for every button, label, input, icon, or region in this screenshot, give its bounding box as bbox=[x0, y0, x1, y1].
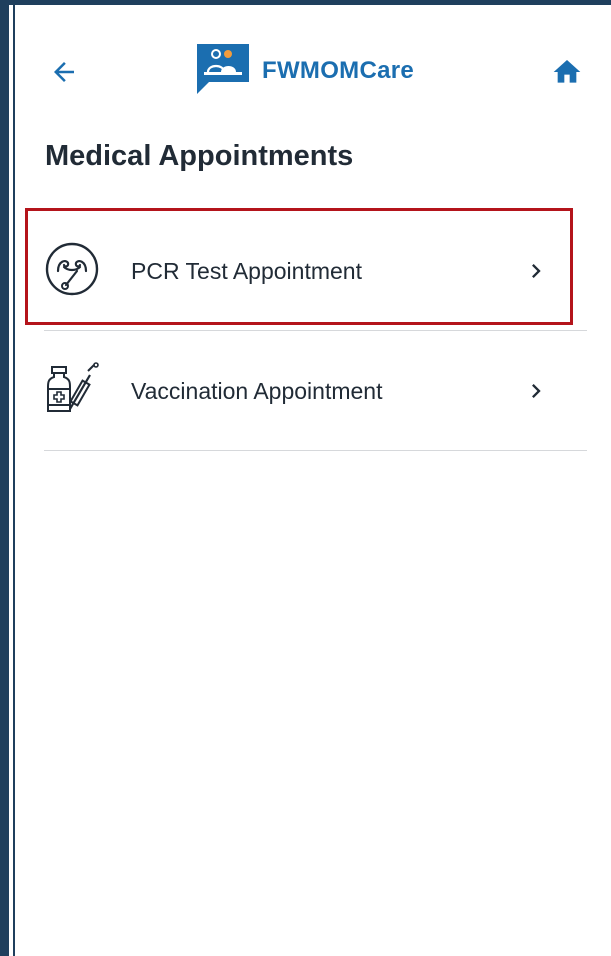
app-brand-title: FWMOMCare bbox=[262, 57, 415, 84]
app-logo-icon bbox=[197, 44, 249, 94]
app-header: FWMOMCare bbox=[0, 0, 611, 120]
back-button[interactable] bbox=[44, 52, 84, 92]
vaccine-syringe-icon bbox=[47, 362, 99, 412]
chevron-right-icon bbox=[532, 384, 541, 398]
home-icon bbox=[553, 60, 581, 83]
frame-inner-border bbox=[13, 5, 15, 956]
home-button[interactable] bbox=[546, 52, 588, 92]
list-item-label: PCR Test Appointment bbox=[131, 258, 362, 284]
page-title: Medical Appointments bbox=[45, 140, 354, 172]
list-item-pcr-test-appointment[interactable]: PCR Test Appointment bbox=[44, 211, 587, 330]
list-item-label: Vaccination Appointment bbox=[131, 378, 383, 404]
arrow-left-icon bbox=[54, 62, 74, 82]
nose-swab-icon bbox=[45, 242, 99, 296]
chevron-right-icon bbox=[532, 264, 541, 278]
list-item-vaccination-appointment[interactable]: Vaccination Appointment bbox=[44, 331, 587, 450]
divider bbox=[44, 450, 587, 451]
